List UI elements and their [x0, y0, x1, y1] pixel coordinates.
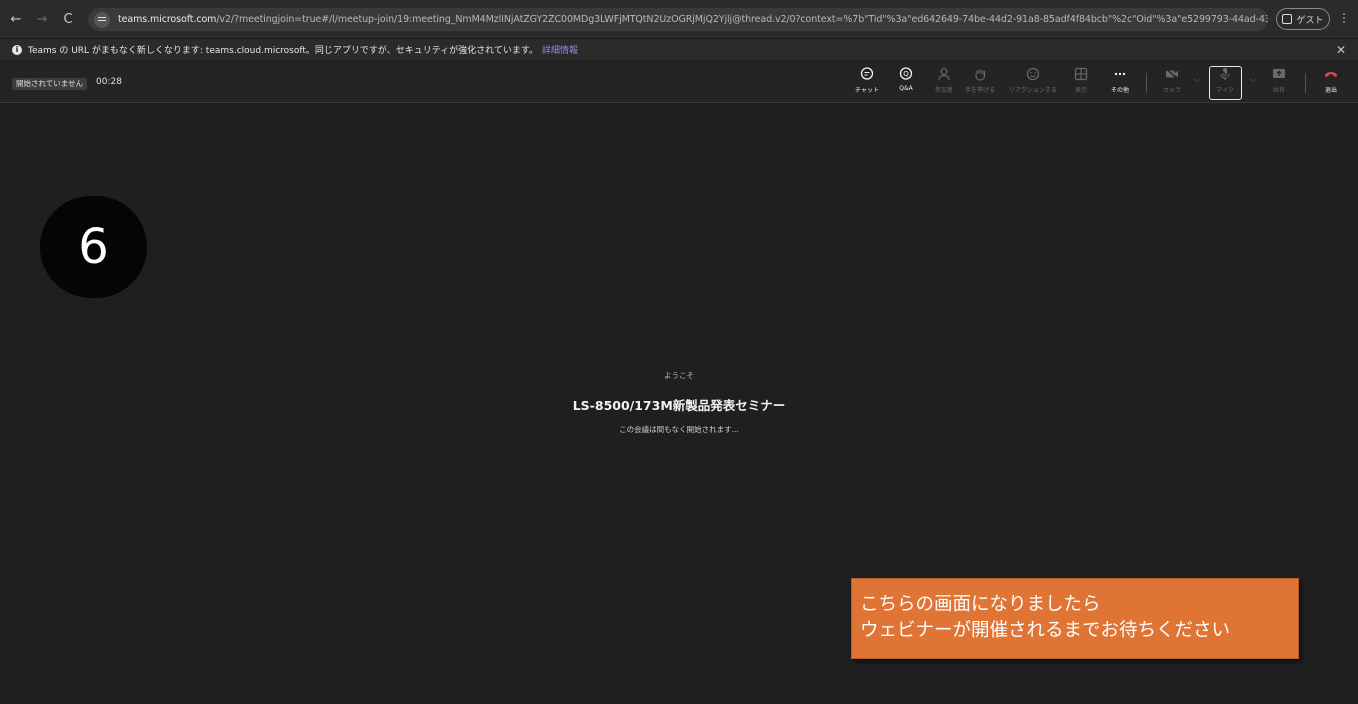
- smiley-icon: [1026, 67, 1040, 81]
- raise-hand-label: 手を挙げる: [964, 87, 995, 94]
- camera-off-icon: [1165, 67, 1179, 81]
- chat-label: チャット: [855, 87, 879, 94]
- hang-up-icon: [1324, 67, 1338, 81]
- back-arrow-icon[interactable]: ←: [6, 9, 26, 29]
- guest-label: ゲスト: [1296, 15, 1324, 26]
- camera-label: カメラ: [1162, 87, 1181, 94]
- more-label: その他: [1110, 87, 1129, 94]
- view-button[interactable]: 表示: [1061, 67, 1101, 99]
- mic-button[interactable]: マイク: [1205, 67, 1245, 99]
- raise-hand-button[interactable]: 手を挙げる: [960, 67, 1000, 99]
- status-badge: 開始されていません: [12, 78, 88, 90]
- qa-button[interactable]: Q Q&A: [886, 67, 926, 99]
- meeting-status-text: この会議は間もなく開始されます...: [619, 425, 739, 434]
- more-icon: [1113, 67, 1127, 81]
- mic-label: マイク: [1216, 87, 1234, 94]
- reload-icon[interactable]: C: [58, 9, 78, 29]
- callout-line-1: こちらの画面になりましたら: [860, 594, 1101, 615]
- meeting-title: LS-8500/173M新製品発表セミナー: [572, 398, 786, 413]
- react-label: リアクションする: [1009, 87, 1057, 94]
- browser-menu-icon[interactable]: ⋮: [1338, 11, 1350, 25]
- browser-toolbar: ← → C teams.microsoft.com/v2/?meetingjoi…: [0, 0, 1358, 38]
- meeting-timer: 00:28: [96, 77, 122, 87]
- camera-button[interactable]: カメラ: [1152, 67, 1192, 99]
- profile-icon: [1282, 14, 1293, 24]
- share-label: 共有: [1272, 87, 1285, 94]
- chat-button[interactable]: チャット: [847, 67, 887, 99]
- qa-icon: Q: [899, 67, 913, 81]
- share-button[interactable]: 共有: [1259, 67, 1299, 99]
- meeting-toolbar: 開始されていません 00:28 チャット Q Q&A 参加者 手を挙げる リアク…: [0, 61, 1358, 103]
- toolbar-divider: [1146, 73, 1147, 93]
- info-icon: i: [12, 44, 22, 55]
- callout-line-2: ウェビナーが開催されるまでお待ちください: [860, 620, 1231, 641]
- people-label: 参加者: [934, 87, 953, 94]
- more-button[interactable]: その他: [1100, 67, 1140, 99]
- chat-icon: [860, 67, 874, 81]
- instruction-callout: こちらの画面になりましたら ウェビナーが開催されるまでお待ちください: [851, 578, 1299, 659]
- view-label: 表示: [1074, 87, 1087, 94]
- guest-profile-button[interactable]: ゲスト: [1276, 8, 1330, 30]
- leave-button[interactable]: 退出: [1311, 67, 1351, 99]
- url-host: teams.microsoft.com: [118, 14, 217, 25]
- url-text: teams.microsoft.com/v2/?meetingjoin=true…: [118, 14, 1268, 25]
- toolbar-divider: [1305, 73, 1306, 93]
- svg-text:Q: Q: [903, 70, 909, 78]
- info-banner: i Teams の URL がまもなく新しくなります: teams.cloud.…: [0, 38, 1358, 60]
- address-bar[interactable]: teams.microsoft.com/v2/?meetingjoin=true…: [88, 8, 1268, 31]
- learn-more-link[interactable]: 詳細情報: [542, 43, 578, 56]
- leave-label: 退出: [1324, 87, 1337, 94]
- mic-options-chevron-icon[interactable]: ⌵: [1250, 75, 1256, 85]
- info-message: Teams の URL がまもなく新しくなります: teams.cloud.mi…: [28, 46, 539, 56]
- mic-off-icon: [1218, 67, 1232, 81]
- close-icon[interactable]: ✕: [1336, 43, 1346, 57]
- welcome-greeting: ようこそ: [664, 371, 694, 380]
- grid-view-icon: [1074, 67, 1088, 81]
- forward-arrow-icon[interactable]: →: [32, 9, 52, 29]
- camera-options-chevron-icon[interactable]: ⌵: [1194, 75, 1200, 85]
- hand-icon: [973, 67, 987, 81]
- url-path: /v2/?meetingjoin=true#/l/meetup-join/19:…: [216, 14, 1268, 25]
- welcome-panel: ようこそ LS-8500/173M新製品発表セミナー この会議は間もなく開始され…: [479, 370, 879, 435]
- share-icon: [1272, 67, 1286, 81]
- react-button[interactable]: リアクションする: [1009, 67, 1057, 99]
- people-icon: [937, 67, 951, 81]
- qa-label: Q&A: [899, 85, 913, 92]
- people-button[interactable]: 参加者: [924, 67, 964, 99]
- step-number-badge: 6: [40, 196, 147, 298]
- site-settings-icon[interactable]: [94, 11, 110, 28]
